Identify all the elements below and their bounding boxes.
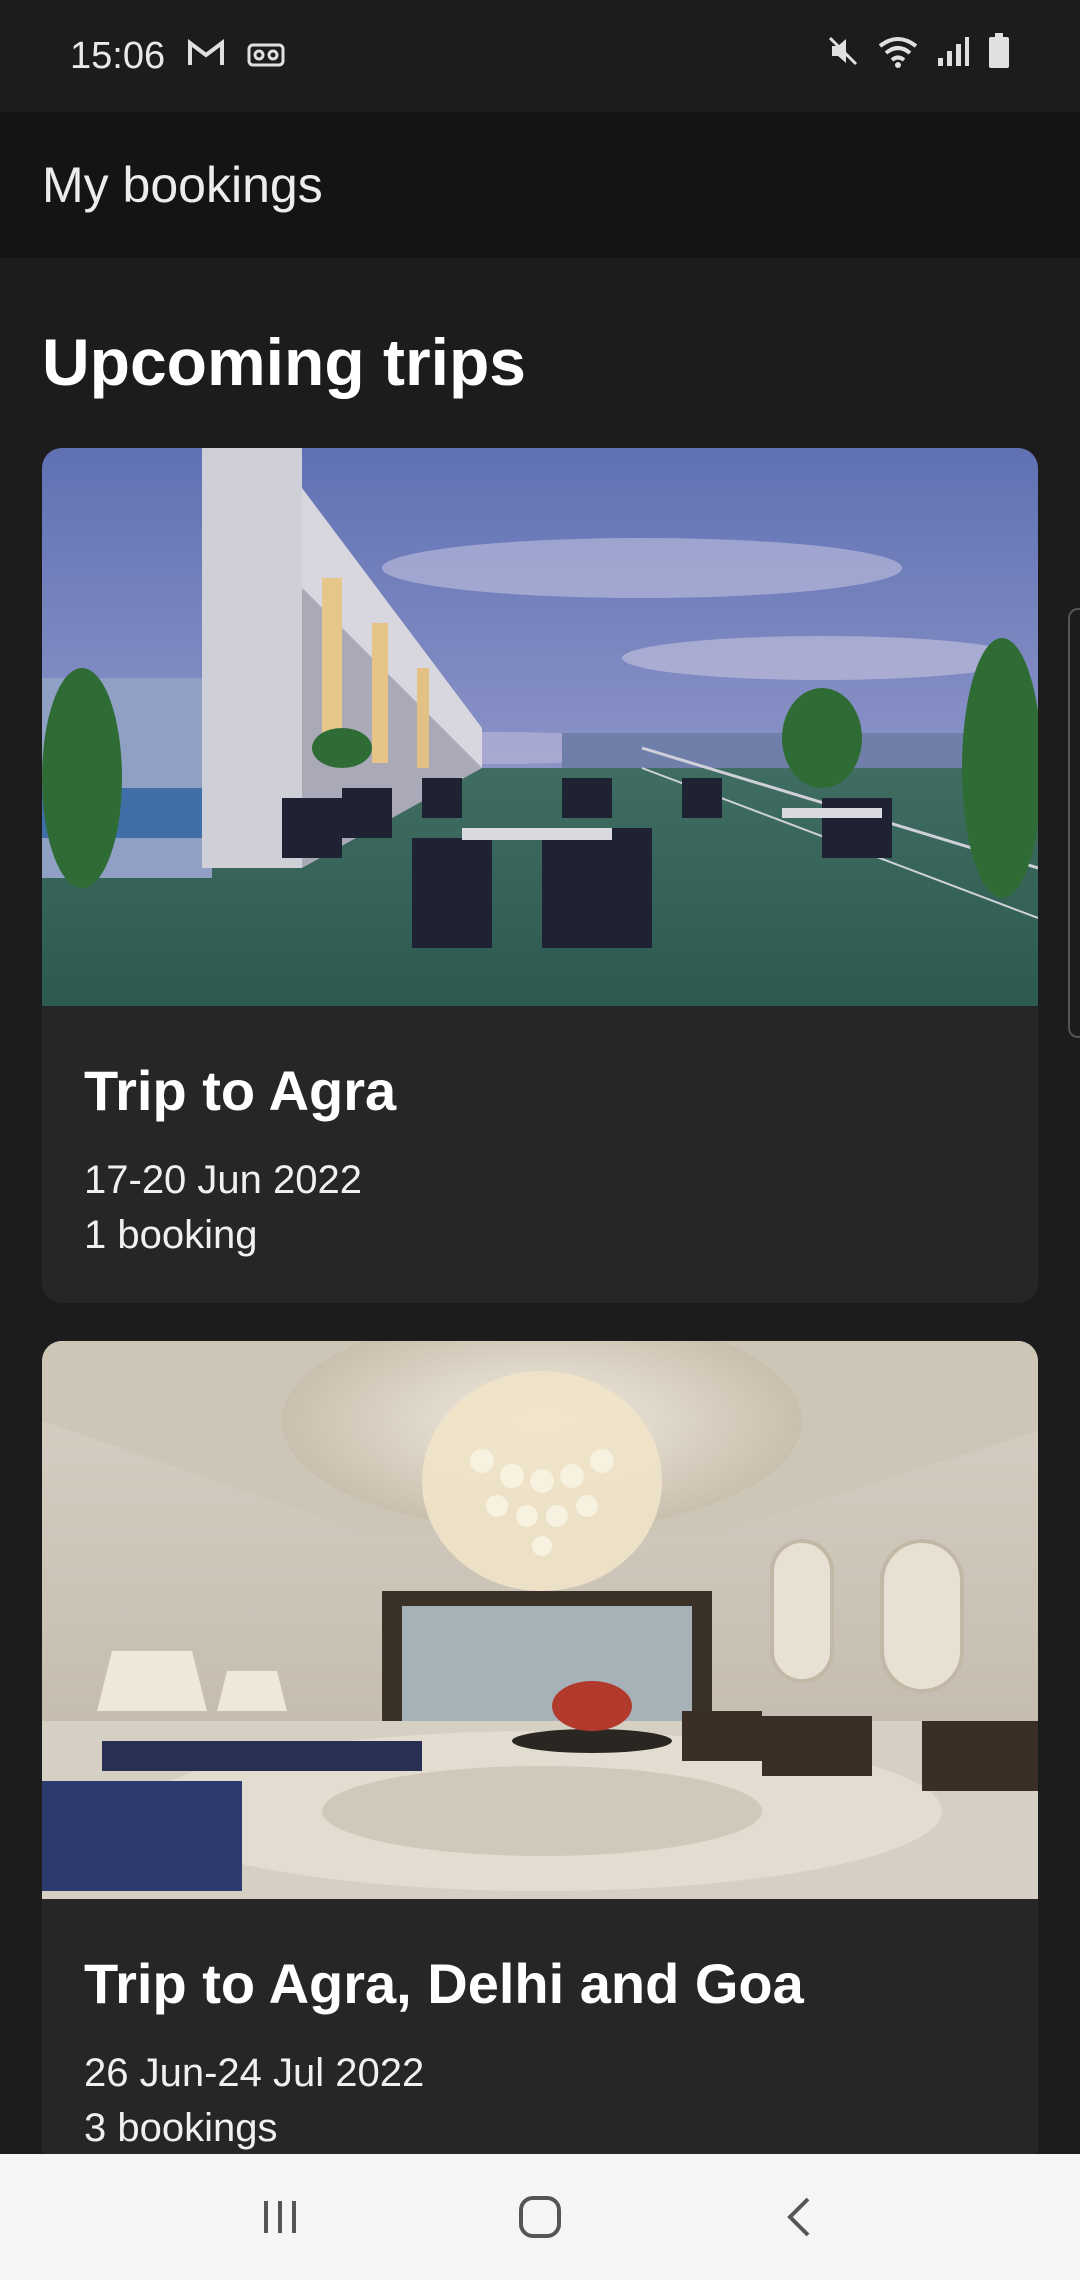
home-button[interactable]: [495, 2172, 585, 2262]
battery-icon: [988, 33, 1010, 79]
trip-title: Trip to Agra: [84, 1059, 397, 1122]
trip-card-body: Trip to Agra 17-20 Jun 2022 1 booking: [42, 1006, 1038, 1303]
trip-dates: 17-20 Jun 2022: [84, 1158, 363, 1202]
page-title: My bookings: [42, 157, 323, 213]
rooftop-terrace-image: [42, 448, 1038, 1006]
scrollbar[interactable]: [1068, 608, 1080, 1038]
voicemail-icon: [247, 35, 285, 78]
section-title: Upcoming trips: [42, 325, 527, 399]
trip-card-body: Trip to Agra, Delhi and Goa 26 Jun-24 Ju…: [42, 1899, 1038, 2154]
trip-card[interactable]: Trip to Agra 17-20 Jun 2022 1 booking: [42, 448, 1038, 1303]
back-icon: [787, 2197, 810, 2237]
gmail-icon: [187, 35, 225, 78]
bookings-content[interactable]: Upcoming trips Trip to Agra 17-20 Jun 20…: [0, 258, 1080, 2154]
app-bar: My bookings: [0, 112, 1080, 258]
status-bar: 15:06: [0, 0, 1080, 112]
signal-icon: [936, 34, 970, 78]
trip-booking-count: 3 bookings: [84, 2106, 278, 2150]
system-nav-bar: [0, 2154, 1080, 2280]
trip-card[interactable]: Trip to Agra, Delhi and Goa 26 Jun-24 Ju…: [42, 1341, 1038, 2154]
mute-icon: [826, 34, 860, 78]
trip-dates: 26 Jun-24 Jul 2022: [84, 2051, 425, 2095]
recent-apps-icon: [264, 2201, 296, 2233]
recent-apps-button[interactable]: [235, 2172, 325, 2262]
wifi-icon: [878, 34, 918, 78]
back-button[interactable]: [755, 2172, 845, 2262]
trip-booking-count: 1 booking: [84, 1213, 258, 1257]
status-time: 15:06: [70, 34, 166, 77]
trip-title: Trip to Agra, Delhi and Goa: [84, 1952, 804, 2015]
home-icon: [519, 2196, 561, 2238]
hotel-lobby-image: [42, 1341, 1038, 1899]
